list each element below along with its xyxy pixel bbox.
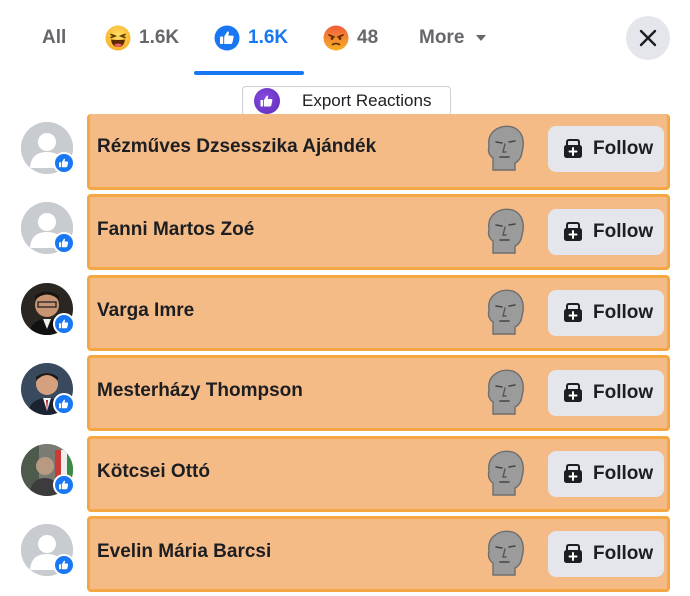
close-icon <box>639 29 657 47</box>
follow-icon <box>564 222 582 242</box>
tab-more[interactable]: More <box>419 20 487 56</box>
person-name[interactable]: Fanni Martos Zoé <box>97 219 254 241</box>
follow-button[interactable]: Follow <box>548 530 664 577</box>
person-card: Kötcsei Ottó Follow <box>87 435 670 512</box>
export-reactions-label: Export Reactions <box>302 91 432 110</box>
npc-face-icon <box>487 530 524 576</box>
person-card: Evelin Mária Barcsi Follow <box>87 515 670 592</box>
follow-button-label: Follow <box>593 301 654 323</box>
npc-face-icon <box>487 369 524 415</box>
person-card: Rézműves Dzsesszika Ajándék Follow <box>87 114 670 190</box>
reactions-list: Rézműves Dzsesszika Ajándék Follow Fanni M… <box>0 114 690 596</box>
reaction-row: Varga Imre Follow <box>0 274 690 355</box>
tab-haha[interactable]: 1.6K <box>105 20 179 56</box>
reaction-row: Fanni Martos Zoé Follow <box>0 194 690 274</box>
like-reaction-icon <box>214 25 240 51</box>
caret-down-icon <box>476 35 487 41</box>
person-card: Mesterházy Thompson Follow <box>87 355 670 432</box>
tab-all-label: All <box>42 27 67 48</box>
person-name[interactable]: Mesterházy Thompson <box>97 380 303 402</box>
tab-haha-count: 1.6K <box>139 27 180 48</box>
thumbs-up-icon <box>254 88 280 114</box>
person-name[interactable]: Varga Imre <box>97 300 194 322</box>
person-card: Varga Imre Follow <box>87 274 670 351</box>
follow-icon <box>564 543 582 563</box>
follow-button[interactable]: Follow <box>548 209 664 256</box>
active-tab-indicator <box>194 71 304 75</box>
npc-face-icon <box>487 125 524 171</box>
person-name[interactable]: Evelin Mária Barcsi <box>97 541 271 563</box>
tab-like-count: 1.6K <box>248 27 289 48</box>
person-name[interactable]: Kötcsei Ottó <box>97 461 210 483</box>
angry-reaction-icon <box>323 25 349 51</box>
tab-angry-count: 48 <box>357 27 379 48</box>
follow-button[interactable]: Follow <box>548 289 664 336</box>
tab-more-label: More <box>419 27 465 48</box>
follow-icon <box>564 383 582 403</box>
haha-reaction-icon <box>105 25 131 51</box>
tab-like[interactable]: 1.6K <box>214 20 288 56</box>
reaction-row: Rézműves Dzsesszika Ajándék Follow <box>0 114 690 194</box>
follow-button-label: Follow <box>593 382 654 404</box>
npc-face-icon <box>487 289 524 335</box>
follow-icon <box>564 139 582 158</box>
follow-button-label: Follow <box>593 542 654 564</box>
npc-face-icon <box>487 450 524 496</box>
close-button[interactable] <box>626 16 670 60</box>
like-badge-icon <box>53 152 75 174</box>
follow-button-label: Follow <box>593 221 654 243</box>
follow-button-label: Follow <box>593 138 654 159</box>
like-badge-icon <box>53 232 75 255</box>
like-badge-icon <box>53 312 75 335</box>
like-badge-icon <box>53 393 75 416</box>
like-badge-icon <box>53 473 75 496</box>
follow-button-label: Follow <box>593 462 654 484</box>
reaction-tabs: All 1.6K 1.6K 48 More <box>0 0 690 76</box>
follow-icon <box>564 302 582 322</box>
person-name[interactable]: Rézműves Dzsesszika Ajándék <box>97 136 376 158</box>
follow-button[interactable]: Follow <box>548 370 664 417</box>
tab-all[interactable]: All <box>42 20 66 56</box>
export-reactions-button[interactable]: Export Reactions <box>242 86 451 116</box>
reaction-row: Evelin Mária Barcsi Follow <box>0 515 690 596</box>
reaction-row: Mesterházy Thompson Follow <box>0 355 690 435</box>
follow-icon <box>564 463 582 483</box>
person-card: Fanni Martos Zoé Follow <box>87 194 670 271</box>
npc-face-icon <box>487 209 524 255</box>
reaction-row: Kötcsei Ottó Follow <box>0 435 690 516</box>
like-badge-icon <box>53 553 75 576</box>
tab-angry[interactable]: 48 <box>323 20 378 56</box>
follow-button[interactable]: Follow <box>548 126 664 172</box>
follow-button[interactable]: Follow <box>548 450 664 497</box>
